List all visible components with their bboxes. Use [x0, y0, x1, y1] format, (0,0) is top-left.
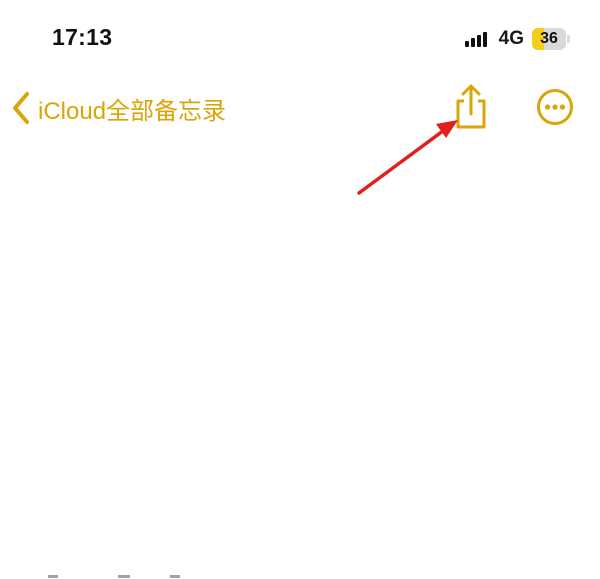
battery-cap [567, 35, 570, 43]
back-button[interactable]: iCloud全部备忘录 [10, 88, 226, 128]
status-indicators: 4G 36 [464, 27, 570, 51]
share-icon [456, 84, 486, 129]
network-type-label: 4G [498, 28, 524, 49]
navigation-bar: iCloud全部备忘录 [0, 78, 600, 138]
battery-percent: 36 [540, 30, 558, 47]
back-button-label: iCloud全部备忘录 [38, 97, 227, 125]
more-options-button[interactable] [536, 88, 574, 126]
chevron-left-icon [13, 92, 29, 124]
status-time: 17:13 [52, 24, 113, 50]
share-button[interactable] [452, 83, 490, 131]
status-bar: 17:13 4G 36 [0, 0, 600, 70]
battery-icon: 36 [532, 28, 566, 50]
ellipsis-circle-icon [537, 89, 573, 125]
cellular-signal-icon [464, 32, 487, 47]
partial-content-fragment [48, 575, 180, 578]
